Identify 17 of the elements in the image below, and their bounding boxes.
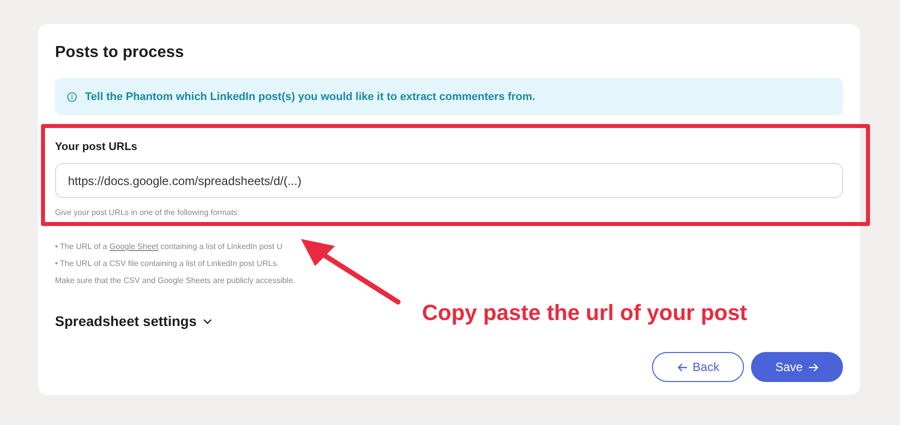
- chevron-icon: [202, 316, 212, 326]
- field-label: Your post URLs: [55, 141, 138, 153]
- annotation-text: Copy paste the url of your post: [422, 300, 748, 326]
- help-text: Give your post URLs in one of the following formats:: [55, 207, 240, 219]
- note-text: Make sure that the CSV and Google Sheets are publicly accessible.: [55, 275, 296, 287]
- info-icon: [67, 92, 77, 102]
- format-item: • The URL of a CSV file containing a list of LinkedIn post URLs.: [55, 258, 279, 270]
- sheet-link[interactable]: Google Sheet: [109, 242, 158, 251]
- format-item: • The URL of a Google Sheet containing a list of LinkedIn post U: [55, 241, 282, 253]
- section-toggle[interactable]: Spreadsheet settings: [55, 313, 212, 329]
- url-input-field[interactable]: https://docs.google.com/spreadsheets/d/(...): [55, 163, 843, 198]
- back-button[interactable]: Back: [652, 352, 744, 382]
- arrow-right-icon: [808, 362, 819, 372]
- arrow-left-icon: [676, 362, 688, 372]
- save-button[interactable]: Save: [751, 352, 843, 382]
- info-text: Tell the Phantom which LinkedIn post(s) you would like it to extract commenters from.: [85, 90, 536, 102]
- panel-title: Posts to process: [55, 44, 184, 63]
